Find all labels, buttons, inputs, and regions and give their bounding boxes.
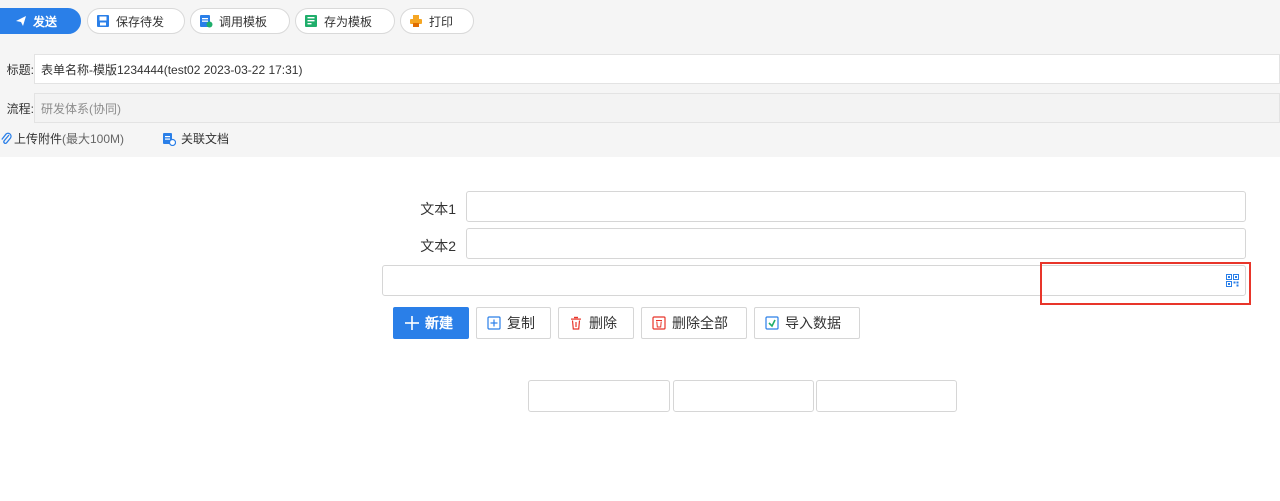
save-icon — [97, 15, 109, 27]
send-button[interactable]: 发送 — [0, 8, 81, 34]
plus-icon — [405, 316, 419, 330]
import-data-button[interactable]: 导入数据 — [754, 307, 860, 339]
delete-button[interactable]: 删除 — [558, 307, 634, 339]
print-label: 打印 — [429, 14, 454, 29]
save-draft-label: 保存待发 — [116, 14, 165, 29]
save-template-icon — [305, 15, 317, 27]
trash-all-icon — [652, 316, 666, 330]
print-button[interactable]: 打印 — [400, 8, 474, 34]
field1-label: 文本1 — [420, 201, 456, 217]
save-template-label: 存为模板 — [324, 14, 373, 29]
related-document-link[interactable]: 关联文档 — [162, 130, 229, 147]
copy-button[interactable]: 复制 — [476, 307, 551, 339]
import-data-button-label: 导入数据 — [785, 315, 841, 331]
send-button-label: 发送 — [33, 14, 58, 29]
pager-box-1[interactable] — [528, 380, 670, 412]
document-link-icon — [163, 132, 176, 146]
use-template-label: 调用模板 — [219, 14, 268, 29]
copy-button-label: 复制 — [507, 315, 535, 331]
print-icon — [410, 15, 422, 27]
field2-label: 文本2 — [420, 238, 456, 254]
delete-all-button[interactable]: 删除全部 — [641, 307, 747, 339]
title-row: 标题: 表单名称-模版1234444(test02 2023-03-22 17:… — [0, 54, 1280, 84]
new-button[interactable]: 新建 — [393, 307, 469, 339]
trash-icon — [571, 316, 581, 330]
title-input[interactable]: 表单名称-模版1234444(test02 2023-03-22 17:31) — [34, 54, 1280, 84]
text2-input[interactable] — [466, 228, 1246, 259]
top-panel: 发送 保存待发 调用模板 存为模板 打印 标题: 表单名称-模版1234444(… — [0, 0, 1280, 157]
paperclip-icon — [1, 132, 12, 144]
pager-box-2[interactable] — [673, 380, 814, 412]
toolbar: 发送 保存待发 调用模板 存为模板 打印 — [0, 0, 1280, 42]
pager-box-3[interactable] — [816, 380, 957, 412]
flow-label: 流程: — [6, 101, 34, 116]
import-icon — [765, 316, 779, 330]
related-document-label: 关联文档 — [181, 132, 230, 146]
qrcode-icon[interactable] — [1226, 274, 1239, 287]
delete-button-label: 删除 — [589, 315, 617, 331]
copy-icon — [487, 316, 501, 330]
save-template-button[interactable]: 存为模板 — [295, 8, 395, 34]
flow-row: 流程: 研发体系(协同) — [0, 93, 1280, 123]
title-label: 标题: — [6, 62, 34, 77]
upload-attachment-link[interactable]: 上传附件 (最大100M) — [0, 130, 124, 147]
upload-attachment-label: 上传附件 — [14, 132, 63, 146]
send-icon — [16, 16, 26, 26]
text1-input[interactable] — [466, 191, 1246, 222]
template-icon — [200, 15, 213, 28]
upload-size-limit: (最大100M) — [62, 132, 125, 146]
flow-value: 研发体系(协同) — [34, 93, 1280, 123]
save-draft-button[interactable]: 保存待发 — [87, 8, 185, 34]
use-template-button[interactable]: 调用模板 — [190, 8, 290, 34]
delete-all-button-label: 删除全部 — [672, 315, 728, 331]
new-button-label: 新建 — [425, 315, 453, 331]
highlight-box — [1040, 262, 1251, 305]
